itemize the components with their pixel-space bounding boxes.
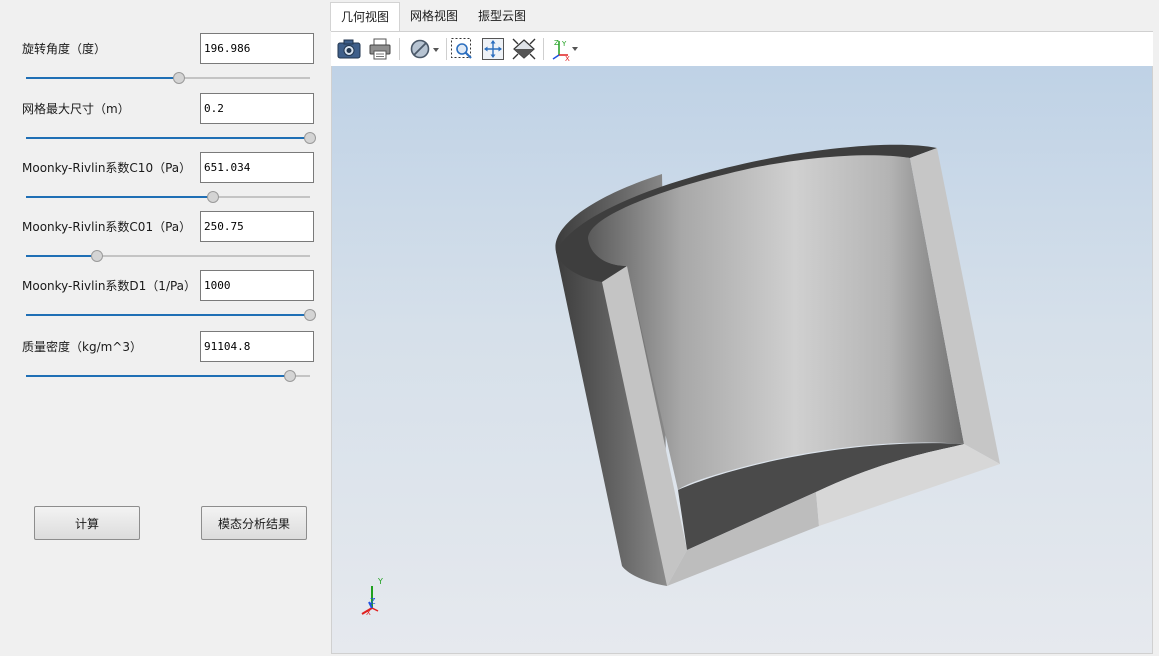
mesh-max-size-label: 网格最大尺寸（m） — [22, 102, 130, 116]
d1-coefficient-slider[interactable] — [26, 308, 316, 322]
modal-results-button[interactable]: 模态分析结果 — [201, 506, 307, 540]
print-icon[interactable] — [367, 36, 393, 62]
slider-fill — [26, 77, 180, 79]
c10-coefficient-slider[interactable] — [26, 190, 310, 204]
cylinder-shell-model — [555, 144, 1000, 586]
viewer-toolbar: Z Y X — [331, 32, 1153, 66]
slider-thumb[interactable] — [304, 309, 316, 321]
camera-icon[interactable] — [336, 36, 362, 62]
view-orientation-icon[interactable] — [511, 36, 537, 62]
c10-coefficient-label: Moonky-Rivlin系数C10（Pa） — [22, 161, 192, 175]
svg-text:X: X — [565, 55, 570, 61]
slider-fill — [26, 196, 214, 198]
axes-icon[interactable]: Z Y X — [550, 36, 582, 62]
mesh-max-size-input[interactable] — [200, 93, 314, 124]
triad-z-label: Z — [370, 597, 376, 606]
slider-thumb[interactable] — [91, 250, 103, 262]
slider-thumb[interactable] — [284, 370, 297, 382]
c10-coefficient-input[interactable] — [200, 152, 314, 183]
display-mode-icon[interactable] — [408, 36, 442, 62]
triad-x-label: X — [366, 609, 371, 616]
mesh-max-size-slider[interactable] — [26, 131, 316, 145]
toolbar-separator — [446, 38, 447, 60]
c01-coefficient-input[interactable] — [200, 211, 314, 242]
slider-fill — [26, 314, 310, 316]
svg-text:Z: Z — [554, 39, 559, 47]
tab-mesh-view[interactable]: 网格视图 — [400, 2, 468, 31]
slider-fill — [26, 255, 97, 257]
axis-triad: Y Z X — [361, 577, 383, 616]
rotation-angle-input[interactable] — [200, 33, 314, 64]
mass-density-input[interactable] — [200, 331, 314, 362]
d1-coefficient-label: Moonky-Rivlin系数D1（1/Pa） — [22, 279, 197, 293]
c01-coefficient-slider[interactable] — [26, 249, 310, 263]
d1-coefficient-input[interactable] — [200, 270, 314, 301]
3d-viewport[interactable]: Y Z X — [332, 66, 1152, 653]
compute-button[interactable]: 计算 — [34, 506, 140, 540]
slider-thumb[interactable] — [304, 132, 316, 144]
view-tabbar: 几何视图 网格视图 振型云图 — [330, 2, 536, 31]
svg-text:Y: Y — [561, 40, 567, 48]
mass-density-label: 质量密度（kg/m^3） — [22, 340, 142, 354]
c01-coefficient-label: Moonky-Rivlin系数C01（Pa） — [22, 220, 192, 234]
toolbar-separator — [543, 38, 544, 60]
slider-thumb[interactable] — [173, 72, 186, 84]
tab-geometry-view[interactable]: 几何视图 — [330, 2, 401, 31]
rotation-angle-label: 旋转角度（度） — [22, 42, 107, 56]
fit-all-icon[interactable] — [480, 36, 506, 62]
tab-mode-shape-view[interactable]: 振型云图 — [468, 2, 536, 31]
slider-fill — [26, 137, 310, 139]
slider-thumb[interactable] — [207, 191, 220, 203]
mass-density-slider[interactable] — [26, 369, 310, 383]
triad-y-label: Y — [377, 577, 383, 586]
zoom-box-icon[interactable] — [449, 36, 475, 62]
slider-fill — [26, 375, 291, 377]
toolbar-separator — [399, 38, 400, 60]
rotation-angle-slider[interactable] — [26, 71, 310, 85]
